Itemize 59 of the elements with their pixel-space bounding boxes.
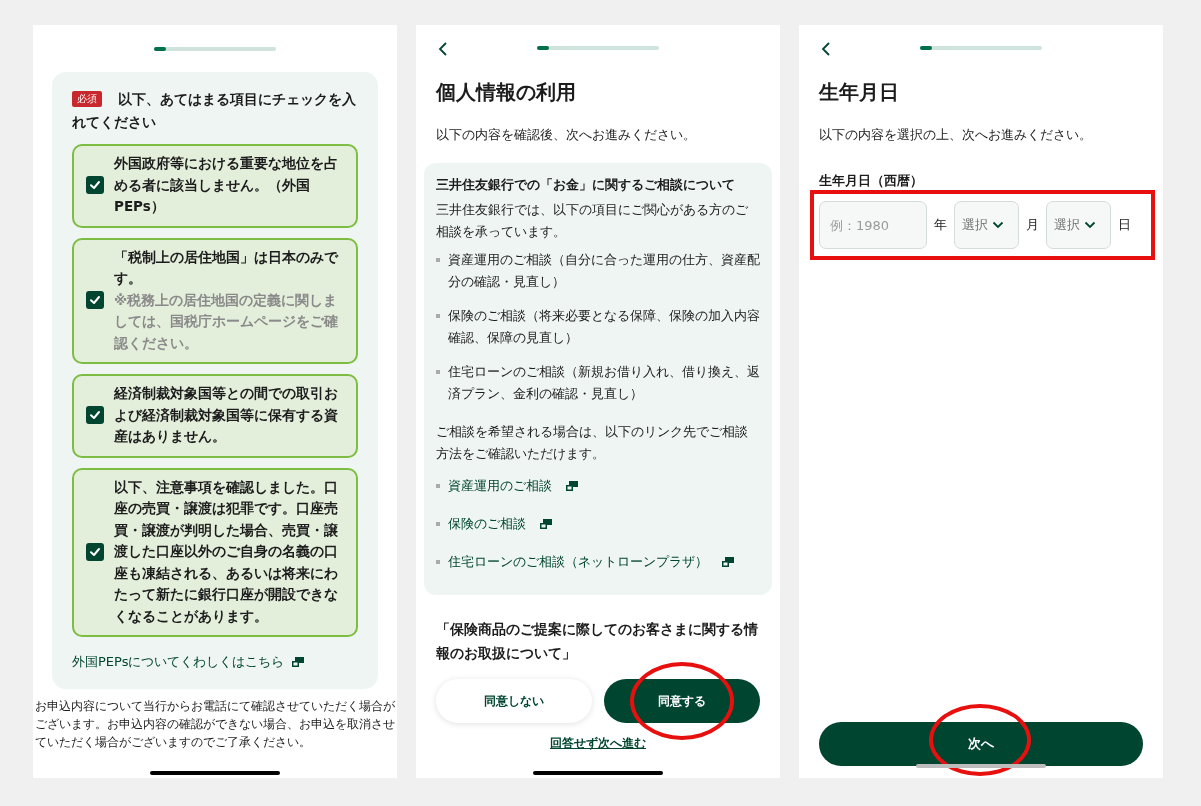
pep-info-link[interactable]: 外国PEPsについてくわしくはこちら [72,653,285,671]
year-input[interactable]: 例：1980 [819,201,927,249]
checkbox[interactable] [86,406,104,425]
subtitle-text: 以下の内容を確認後、次へお進みください。 [436,126,697,144]
external-link-icon [292,657,305,667]
consent-button[interactable]: 同意する [604,679,760,723]
consultation-link[interactable]: 保険のご相談 [448,515,526,533]
subtitle-text: 以下の内容を選択の上、次へお進みください。 [819,126,1093,144]
bullet-icon [436,314,440,318]
skip-link[interactable]: 回答せず次へ進む [550,735,646,752]
unit-text: 年 [934,216,947,234]
consent-button[interactable]: 同意しない [436,679,592,723]
checkbox[interactable] [86,176,104,195]
day-select[interactable]: 選択 [1046,201,1111,249]
card-text: 三井住友銀行では、以下の項目にご関心がある方のご相談を承っています。 [436,201,749,241]
bullet-icon [436,560,440,564]
item-text: 「税制上の居住地国」は日本のみです。 [114,247,340,288]
external-link-icon [566,481,578,491]
notice-text: お申込内容について当行からお電話にて確認させていただく場合がございます。お申込内容の確認ができない場合、お申込を取消させていただく場合がございますのでご了承ください。 [34,698,396,751]
item-text: 外国政府等における重要な地位を占める者に該当しません。（外国PEPs） [114,154,339,216]
external-link-icon [722,557,734,567]
checkbox-item[interactable]: 「税制上の居住地国」は日本のみです。 ※税務上の居住地国の定義に関しましては、国税庁ホームページをご確認ください。 [72,237,358,364]
back-icon[interactable] [821,41,831,57]
topic-text: 保険のご相談（将来必要となる保障、保険の加入内容確認、保障の見直し） [448,307,760,347]
checkbox-item[interactable]: 以下、注意事項を確認しました。口座の売買・譲渡は犯罪です。口座売買・譲渡が判明した場合、売買・譲渡した口座以外のご自身の名義の口座も凍結される、あるいは将来にわたって新たに銀行口座が開設できなくなることがあります。 [72,467,358,637]
check-icon [89,294,101,307]
topic-text: 住宅ローンのご相談（新規お借り入れ、借り換え、返済プラン、金利の確認・見直し） [448,363,760,403]
chevron-down-icon [1084,221,1096,229]
consultation-link[interactable]: 資産運用のご相談 [448,477,552,495]
page-title: 生年月日 [819,79,900,106]
field-label: 生年月日（西暦） [819,172,924,190]
item-note: ※税務上の居住地国の定義に関しましては、国税庁ホームページをご確認ください。 [114,290,339,353]
instruction-text: 必須 以下、あてはまる項目にチェックを入れてください [72,90,357,132]
item-text: 経済制裁対象国等との間での取引および経済制裁対象国等に保有する資産はありません。 [114,384,339,446]
card-heading: 三井住友銀行での「お金」に関するご相談について [436,176,736,194]
check-icon [89,179,101,192]
bullet-icon [436,522,440,526]
external-link-icon [540,519,552,529]
month-select[interactable]: 選択 [954,201,1019,249]
bullet-icon [436,484,440,488]
unit-text: 日 [1118,216,1131,234]
topic-text: 資産運用のご相談（自分に合った運用の仕方、資産配分の確認・見直し） [448,251,760,291]
checkbox[interactable] [86,542,104,561]
bullet-icon [436,258,440,262]
section-heading: 「保険商品のご提案に際してのお客さまに関する情報のお取扱について」 [436,620,759,663]
checkbox[interactable] [86,291,104,310]
unit-text: 月 [1026,216,1039,234]
check-icon [89,409,101,422]
check-icon [89,545,101,558]
chevron-down-icon [992,221,1004,229]
consultation-link[interactable]: 住宅ローンのご相談（ネットローンプラザ） [448,553,708,571]
item-text: 以下、注意事項を確認しました。口座の売買・譲渡は犯罪です。口座売買・譲渡が判明した場合、売買・譲渡した口座以外のご自身の名義の口座も凍結される、あるいは将来にわたって新たに銀行口座が開設できなくなることがあります。 [114,477,339,626]
checkbox-item[interactable]: 経済制裁対象国等との間での取引および経済制裁対象国等に保有する資産はありません。 [72,374,358,458]
checkbox-item[interactable]: 外国政府等における重要な地位を占める者に該当しません。（外国PEPs） [72,144,358,228]
back-icon[interactable] [438,41,448,57]
page-title: 個人情報の利用 [436,79,577,106]
next-button[interactable]: 次へ [819,722,1143,766]
bullet-icon [436,370,440,374]
card-text: ご相談を希望される場合は、以下のリンク先でご相談方法をご確認いただけます。 [436,423,749,463]
